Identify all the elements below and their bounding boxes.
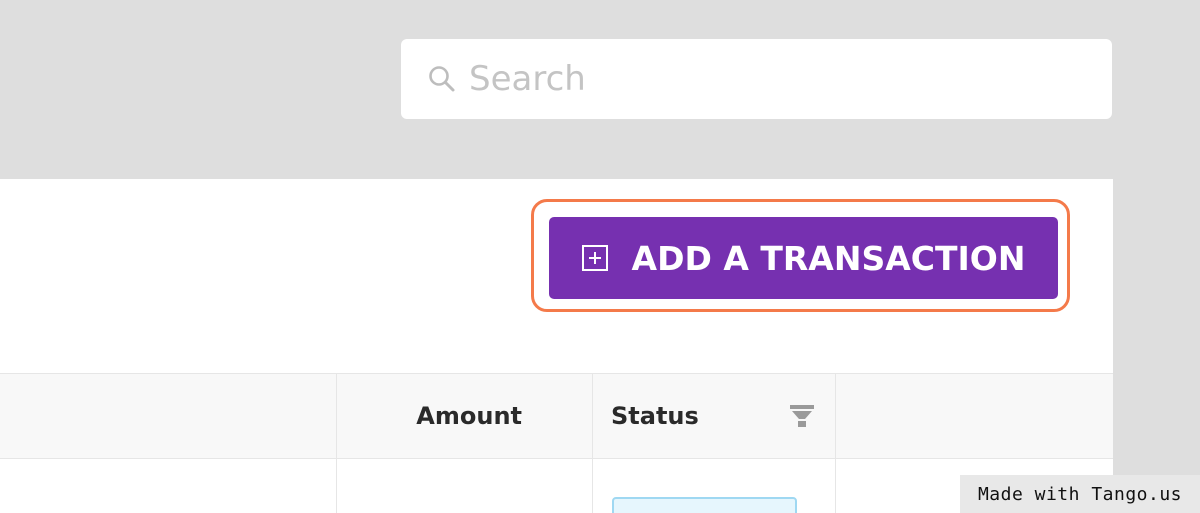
add-transaction-button[interactable]: ADD A TRANSACTION [549, 217, 1058, 299]
watermark-text: Made with Tango.us [977, 483, 1183, 505]
page: ADD A TRANSACTION Amount Status [0, 0, 1200, 513]
plus-square-icon [581, 245, 608, 271]
table-cell-status [593, 459, 836, 513]
column-header-amount[interactable]: Amount [337, 374, 593, 458]
search-input[interactable] [469, 49, 1069, 109]
search-icon [427, 64, 457, 94]
column-header-1[interactable] [0, 374, 337, 458]
search-box[interactable] [401, 39, 1112, 119]
column-header-status[interactable]: Status [593, 374, 836, 458]
table-header: Amount Status [0, 373, 1113, 459]
status-badge [612, 497, 797, 513]
filter-icon[interactable] [789, 404, 815, 428]
add-transaction-label: ADD A TRANSACTION [631, 238, 1026, 278]
column-header-4 [836, 374, 1113, 458]
table-cell [0, 459, 337, 513]
table-cell-amount [337, 459, 593, 513]
column-header-label: Amount [416, 402, 522, 430]
table-row[interactable] [0, 459, 1113, 513]
watermark: Made with Tango.us [960, 475, 1200, 513]
column-header-label: Status [611, 402, 699, 430]
